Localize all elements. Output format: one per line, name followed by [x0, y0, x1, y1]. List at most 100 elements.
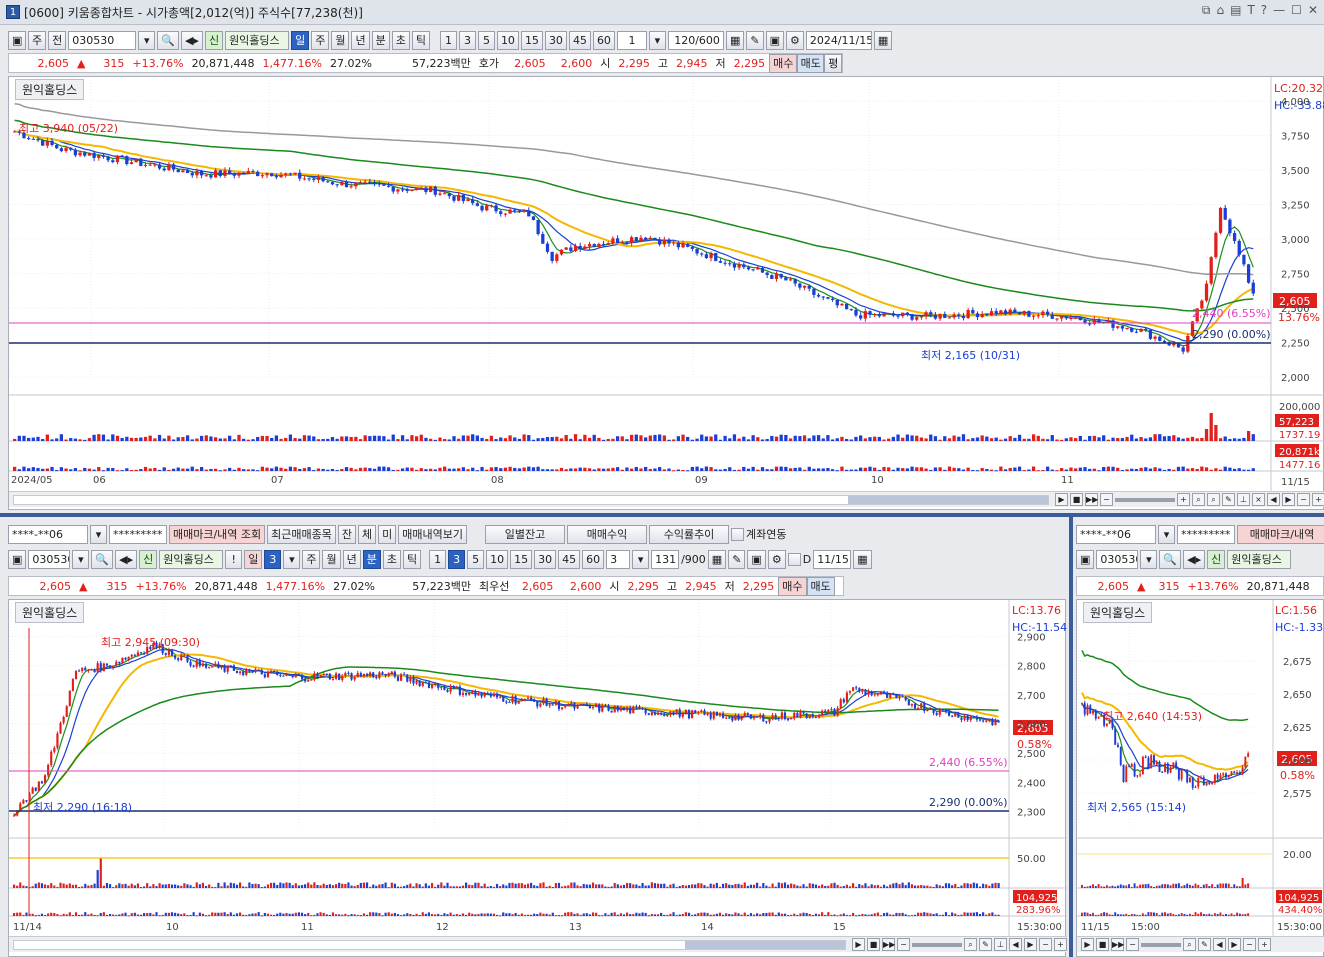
plus-icon[interactable]: +: [1312, 493, 1324, 506]
draw-tool-icon[interactable]: ✎: [746, 30, 764, 50]
minus-icon[interactable]: −: [1243, 938, 1256, 951]
toggle-icon[interactable]: ▣: [8, 30, 26, 50]
zoom-out-icon[interactable]: −: [1126, 938, 1139, 951]
interval-3[interactable]: 3: [458, 30, 476, 50]
period-tab-minute[interactable]: 분: [371, 30, 390, 50]
br-account-select[interactable]: ****-**06: [1076, 524, 1156, 544]
chevron-down-icon[interactable]: ▾: [90, 524, 107, 544]
pen-icon[interactable]: ✎: [1222, 493, 1235, 506]
bl-stock-name[interactable]: 원익홀딩스: [159, 549, 224, 569]
chevron-down-icon[interactable]: ▾: [283, 549, 301, 569]
avg-button[interactable]: 평: [824, 53, 842, 73]
bl-period-minute[interactable]: 분: [362, 549, 381, 569]
sell-button[interactable]: 매도: [796, 53, 825, 73]
chevron-down-icon[interactable]: ▾: [138, 30, 156, 50]
scroll-prev-icon[interactable]: ◀: [1009, 938, 1022, 951]
bl-d-checkbox[interactable]: [787, 552, 801, 566]
scroll-next-icon[interactable]: ▶: [1228, 938, 1241, 951]
recent-trades-button[interactable]: 최근매매종목: [267, 524, 336, 544]
bl-int-1[interactable]: 1: [429, 549, 447, 569]
trade-history-button[interactable]: 매매내역보기: [398, 524, 468, 544]
br-stock-name[interactable]: 원익홀딩스: [1227, 549, 1292, 569]
account-link-checkbox[interactable]: [731, 527, 745, 541]
bl-period-year[interactable]: 년: [342, 549, 361, 569]
period-tab-week[interactable]: 주: [311, 30, 330, 50]
filled-button[interactable]: 체: [358, 524, 377, 544]
trade-profit-button[interactable]: 매매수익: [567, 524, 648, 544]
ruler-icon[interactable]: ⊥: [1237, 493, 1250, 506]
main-chart-canvas[interactable]: 2,440 (6.55%) 2,290 (0.00%) 최고 3,940 (05…: [9, 77, 1324, 493]
lock-icon[interactable]: ▤: [1230, 3, 1241, 18]
font-icon[interactable]: T: [1247, 3, 1254, 18]
speaker-icon[interactable]: ◀▸: [115, 549, 138, 569]
chevron-down-icon[interactable]: ▾: [72, 549, 90, 569]
bl-alert-button[interactable]: !: [225, 549, 243, 569]
stock-name-field[interactable]: 원익홀딩스: [225, 30, 290, 50]
chevron-down-icon[interactable]: ▾: [1140, 549, 1158, 569]
interval-1[interactable]: 1: [439, 30, 457, 50]
bl-int-15[interactable]: 15: [510, 549, 533, 569]
save-icon[interactable]: ▣: [765, 30, 784, 50]
interval-10[interactable]: 10: [496, 30, 519, 50]
bl-interval-input[interactable]: 3: [606, 549, 631, 569]
plus-icon[interactable]: +: [1054, 938, 1067, 951]
scroll-end-icon[interactable]: ▶▶: [882, 938, 895, 951]
bl-period-second[interactable]: 초: [382, 549, 401, 569]
period-tab-day[interactable]: 일: [291, 30, 310, 50]
zoom-out-icon[interactable]: −: [897, 938, 910, 951]
balance-button[interactable]: 잔: [337, 524, 357, 544]
pen-icon[interactable]: ✎: [1198, 938, 1211, 951]
search-icon[interactable]: 🔍: [91, 549, 114, 569]
scroll-end-icon[interactable]: ▶▶: [1111, 938, 1124, 951]
scroll-play-icon[interactable]: ▶: [852, 938, 865, 951]
return-trend-button[interactable]: 수익률추이: [649, 524, 730, 544]
calendar-icon[interactable]: ▦: [853, 549, 872, 569]
br-trade-mark-button[interactable]: 매매마크/내역: [1237, 524, 1324, 544]
splitter-vertical[interactable]: [1069, 517, 1073, 957]
settings-grid-icon[interactable]: ▦: [707, 549, 727, 569]
period-tab-year[interactable]: 년: [351, 30, 370, 50]
ruler-icon[interactable]: ⊥: [994, 938, 1007, 951]
search-icon[interactable]: 🔍: [1159, 549, 1182, 569]
scroll-next-icon[interactable]: ▶: [1024, 938, 1037, 951]
daily-balance-button[interactable]: 일별잔고: [485, 524, 566, 544]
bl-period-value[interactable]: 3: [264, 549, 282, 569]
interval-60[interactable]: 60: [592, 30, 615, 50]
unfilled-button[interactable]: 미: [378, 524, 397, 544]
search-icon[interactable]: 🔍: [157, 30, 179, 50]
bl-scrollbar[interactable]: ▶ ■ ▶▶ − ⌕ ✎ ⊥ ◀ ▶ − +: [9, 936, 1067, 952]
br-code-input[interactable]: 030530: [1096, 549, 1139, 569]
bl-period-week[interactable]: 주: [302, 549, 321, 569]
bl-period-month[interactable]: 월: [322, 549, 341, 569]
account-select[interactable]: ****-**06: [8, 524, 88, 544]
br-chart-canvas[interactable]: 최고 2,640 (14:53) 최저 2,565 (15:14) LC:1.5…: [1077, 600, 1324, 936]
buy-button[interactable]: 매수: [769, 53, 797, 73]
maximize-icon[interactable]: ☐: [1291, 3, 1302, 18]
bl-buy-button[interactable]: 매수: [778, 576, 807, 596]
scroll-play-icon[interactable]: ▶: [1055, 493, 1068, 506]
close-icon[interactable]: ✕: [1308, 3, 1318, 18]
count-input[interactable]: 120/600: [667, 30, 724, 50]
bl-int-3[interactable]: 3: [448, 549, 466, 569]
search-icon[interactable]: ⌕: [1183, 938, 1196, 951]
save-icon[interactable]: ▣: [747, 549, 766, 569]
search-icon[interactable]: ⌕: [964, 938, 977, 951]
bl-chart-canvas[interactable]: 2,440 (6.55%) 2,290 (0.00%) 최고 2,945 (09…: [9, 600, 1067, 936]
interval-45[interactable]: 45: [568, 30, 591, 50]
bl-count-input[interactable]: 131: [651, 549, 680, 569]
cross-icon[interactable]: ×: [1252, 493, 1265, 506]
scroll-stop-icon[interactable]: ■: [867, 938, 880, 951]
stock-code-input[interactable]: 030530: [68, 30, 137, 50]
period-tab-month[interactable]: 월: [331, 30, 350, 50]
minus-icon[interactable]: −: [1297, 493, 1310, 506]
chevron-down-icon[interactable]: ▾: [1158, 524, 1175, 544]
interval-30[interactable]: 30: [544, 30, 567, 50]
toggle-icon[interactable]: ▣: [8, 549, 27, 569]
period-tab-second[interactable]: 초: [391, 30, 410, 50]
pin-icon[interactable]: ⌂: [1216, 3, 1224, 18]
splitter-horizontal[interactable]: [0, 513, 1324, 517]
zoom-out-icon[interactable]: −: [1100, 493, 1113, 506]
bl-period-day[interactable]: 일: [244, 549, 263, 569]
minimize-icon[interactable]: —: [1273, 3, 1285, 18]
period-tab-tick[interactable]: 틱: [411, 30, 430, 50]
